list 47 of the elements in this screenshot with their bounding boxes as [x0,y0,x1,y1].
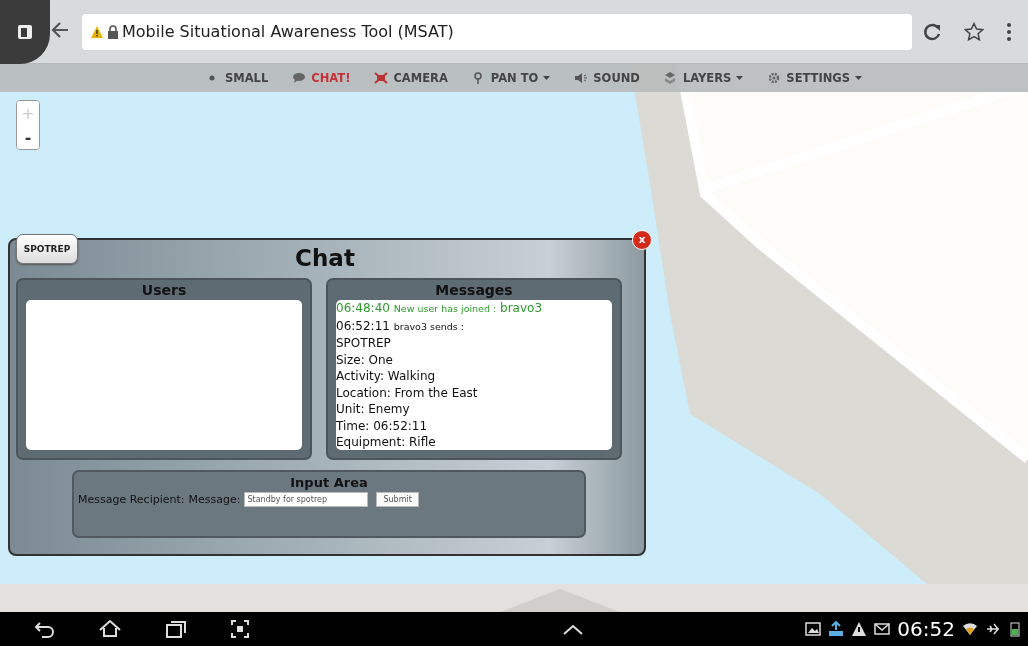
message-header: 06:52:11 bravo3 sends : [336,317,465,335]
download-icon [828,621,845,637]
system-message: 06:48:40 New user has joined : bravo3 [336,300,544,317]
star-icon[interactable] [964,21,984,42]
battery-icon [1008,621,1022,637]
menu-icon[interactable] [1006,21,1012,42]
toolbar-button[interactable]: CHAT! [290,69,353,87]
panel-title: Users [141,281,187,300]
recent-apps-icon[interactable] [164,619,188,639]
toolbar-button[interactable]: SETTINGS [765,69,865,87]
message-line: Size: One [336,351,394,368]
toolbar-button[interactable]: SMALL [203,69,271,87]
up-caret-icon[interactable] [561,622,584,636]
dialog-title: Chat [295,244,355,272]
toolbar-button[interactable]: CAMERA [372,69,450,87]
home-icon[interactable] [98,619,122,639]
layers-icon [663,71,678,85]
screenshot-icon[interactable] [230,619,250,639]
mail-icon [874,621,891,637]
wifi-icon [962,621,978,637]
chat-bubble-icon [292,71,307,85]
tabs-icon[interactable] [17,23,33,40]
warning-icon [851,621,868,637]
warning-icon [90,24,104,39]
message-line: Equipment: Rifle [336,434,437,450]
message-line: SPOTREP [336,335,392,352]
message-line: Unit: Enemy [336,401,411,418]
panel-title: Input Area [290,474,368,492]
message-line: Location: From the East [336,384,479,401]
settings-icon [767,71,782,85]
message-field[interactable]: Standby for spotrep [244,492,369,507]
clock-time: 06:52 [897,617,955,641]
message-line: Time: 06:52:11 [336,417,429,434]
spotrep-button[interactable]: SPOTREP [16,234,78,264]
lock-icon [107,24,119,39]
submit-button[interactable]: Submit [376,492,419,507]
reload-icon[interactable] [922,21,942,42]
recipient-label: Message Recipient: [78,493,185,506]
gallery-icon [805,621,822,637]
toolbar-button[interactable]: SOUND [572,69,642,87]
back-icon[interactable] [34,619,56,639]
toolbar-button[interactable]: LAYERS [661,69,746,87]
toolbar-button[interactable]: PAN TO [469,69,553,87]
message-label: Message: [188,493,241,506]
panel-title: Messages [435,281,513,300]
message-line: Activity: Walking [336,368,437,385]
speaker-icon [574,71,589,85]
